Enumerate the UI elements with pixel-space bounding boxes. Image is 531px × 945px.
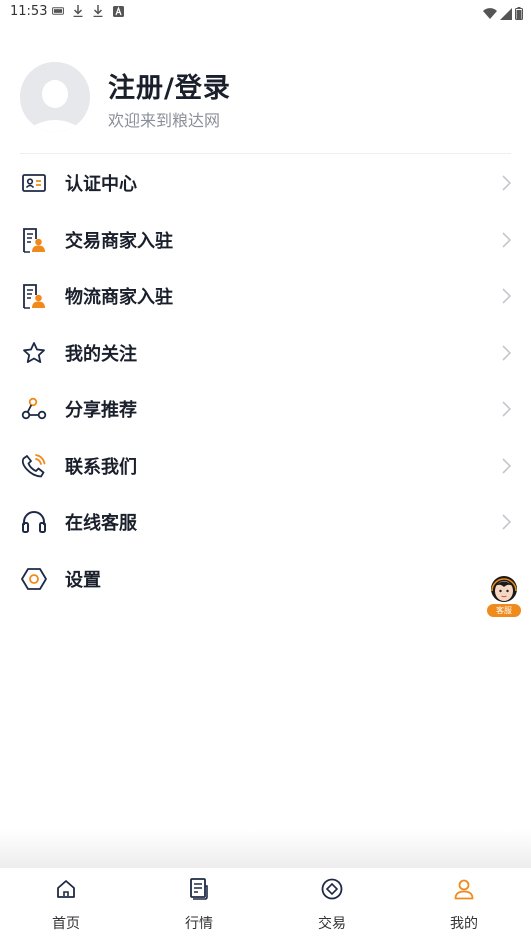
phone-icon xyxy=(20,452,48,480)
chevron-right-icon xyxy=(501,513,513,531)
menu-label-trade-merchant: 交易商家入驻 xyxy=(65,230,173,252)
welcome-subtitle: 欢迎来到粮达网 xyxy=(108,111,221,130)
hexagon-settings-icon xyxy=(20,565,48,593)
tab-trade[interactable]: 交易 xyxy=(287,868,377,938)
menu-item-share[interactable]: 分享推荐 xyxy=(0,381,531,438)
battery-icon xyxy=(515,5,523,24)
service-agent-avatar-icon xyxy=(491,576,517,602)
bottom-tab-bar: 首页 行情 交易 我的 xyxy=(0,868,531,945)
menu-item-settings[interactable]: 设置 xyxy=(0,551,531,608)
font-icon xyxy=(112,5,124,17)
menu-label-settings: 设置 xyxy=(65,569,101,591)
tab-label-trade: 交易 xyxy=(318,916,346,932)
status-time: 11:53 xyxy=(10,4,48,19)
chevron-right-icon xyxy=(501,287,513,305)
service-badge: 客服 xyxy=(487,604,521,617)
tab-market[interactable]: 行情 xyxy=(154,868,244,938)
tab-label-market: 行情 xyxy=(185,916,213,932)
share-icon xyxy=(20,395,48,423)
trade-icon xyxy=(320,877,344,901)
chevron-right-icon xyxy=(501,457,513,475)
id-card-icon xyxy=(20,169,48,197)
menu-item-logistics-merchant[interactable]: 物流商家入驻 xyxy=(0,268,531,325)
menu-list: 认证中心 交易商家入驻 物流商家入驻 我的关注 分享推荐 联系我们 在线客服 设… xyxy=(0,155,531,607)
status-icons-left xyxy=(52,5,124,17)
user-icon xyxy=(452,877,476,901)
menu-label-online-service: 在线客服 xyxy=(65,513,137,535)
login-register-title[interactable]: 注册/登录 xyxy=(108,66,231,105)
merchant-doc-icon xyxy=(20,282,48,310)
chevron-right-icon xyxy=(501,231,513,249)
profile-header[interactable]: 注册/登录 欢迎来到粮达网 xyxy=(20,62,511,134)
menu-item-online-service[interactable]: 在线客服 xyxy=(0,494,531,551)
home-icon xyxy=(54,877,78,901)
sim-icon xyxy=(52,5,64,17)
status-bar: 11:53 xyxy=(0,0,531,24)
headset-icon xyxy=(20,508,48,536)
signal-icon xyxy=(500,5,512,24)
menu-item-contact-us[interactable]: 联系我们 xyxy=(0,438,531,495)
avatar-placeholder-icon xyxy=(20,62,90,132)
menu-item-trade-merchant[interactable]: 交易商家入驻 xyxy=(0,212,531,269)
star-icon xyxy=(20,339,48,367)
status-icons-right xyxy=(483,5,523,24)
tab-label-mine: 我的 xyxy=(450,916,478,932)
menu-label-contact-us: 联系我们 xyxy=(65,456,137,478)
menu-label-logistics-merchant: 物流商家入驻 xyxy=(65,287,173,309)
menu-label-certification: 认证中心 xyxy=(65,174,137,196)
menu-label-my-follows: 我的关注 xyxy=(65,343,137,365)
tab-mine[interactable]: 我的 xyxy=(419,868,509,938)
chevron-right-icon xyxy=(501,344,513,362)
menu-label-share: 分享推荐 xyxy=(65,400,137,422)
menu-item-my-follows[interactable]: 我的关注 xyxy=(0,325,531,382)
news-icon xyxy=(187,877,211,901)
tabbar-shadow xyxy=(0,830,531,868)
tab-home[interactable]: 首页 xyxy=(21,868,111,938)
merchant-doc-icon xyxy=(20,226,48,254)
chevron-right-icon xyxy=(501,174,513,192)
avatar[interactable] xyxy=(20,62,90,132)
menu-item-certification[interactable]: 认证中心 xyxy=(0,155,531,212)
floating-service-button[interactable]: 客服 xyxy=(486,572,522,620)
chevron-right-icon xyxy=(501,400,513,418)
download-icon xyxy=(72,5,84,17)
wifi-icon xyxy=(483,5,497,24)
profile-divider xyxy=(20,153,511,154)
tab-label-home: 首页 xyxy=(52,916,80,932)
download-icon xyxy=(92,5,104,17)
